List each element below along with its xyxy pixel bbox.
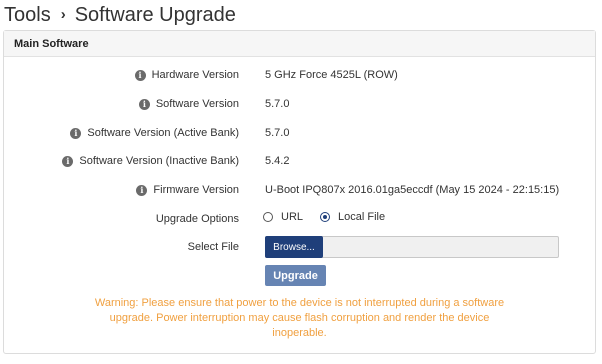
warning-message: Warning: Please ensure that power to the… xyxy=(94,297,505,339)
page-title: Software Upgrade xyxy=(74,3,236,26)
radio-url[interactable] xyxy=(263,212,273,222)
main-software-panel: Main Software i Hardware Version 5 GHz F… xyxy=(3,30,596,354)
breadcrumb-parent[interactable]: Tools xyxy=(4,4,51,27)
browse-button[interactable]: Browse... xyxy=(265,236,323,258)
field-value: 5.7.0 xyxy=(265,127,290,139)
info-icon[interactable]: i xyxy=(62,155,74,167)
field-value: 5.4.2 xyxy=(265,155,290,167)
field-value: 5 GHz Force 4525L (ROW) xyxy=(265,69,398,81)
upgrade-options-row: Upgrade Options URL Local File xyxy=(4,210,595,230)
info-icon[interactable]: i xyxy=(134,69,146,81)
field-row-software-version: i Software Version 5.7.0 xyxy=(4,95,595,115)
panel-title: Main Software xyxy=(4,31,595,57)
radio-local-file-label[interactable]: Local File xyxy=(338,211,385,223)
radio-local-file[interactable] xyxy=(320,212,331,222)
select-file-label: Select File xyxy=(187,241,239,253)
file-input[interactable]: Browse... xyxy=(265,236,559,258)
upgrade-options-radio-group: URL Local File xyxy=(263,211,402,223)
field-value: U-Boot IPQ807x 2016.01ga5eccdf (May 15 2… xyxy=(265,184,560,196)
field-value: 5.7.0 xyxy=(265,98,290,110)
info-icon[interactable]: i xyxy=(70,127,82,139)
field-row-software-version-active-bank: i Software Version (Active Bank) 5.7.0 xyxy=(4,124,595,144)
info-icon[interactable]: i xyxy=(138,98,150,110)
field-label: Hardware Version xyxy=(151,69,239,81)
breadcrumb: Tools › Software Upgrade xyxy=(4,0,236,30)
breadcrumb-separator-icon: › xyxy=(60,5,66,23)
upgrade-button[interactable]: Upgrade xyxy=(265,265,326,286)
field-row-hardware-version: i Hardware Version 5 GHz Force 4525L (RO… xyxy=(4,66,595,86)
field-row-firmware-version: i Firmware Version U-Boot IPQ807x 2016.0… xyxy=(4,181,595,201)
field-label: Software Version xyxy=(155,98,239,110)
upgrade-options-label: Upgrade Options xyxy=(155,213,239,225)
radio-url-label[interactable]: URL xyxy=(281,211,303,223)
field-label: Software Version (Inactive Bank) xyxy=(79,155,239,167)
field-row-software-version-inactive-bank: i Software Version (Inactive Bank) 5.4.2 xyxy=(4,152,595,172)
field-label: Software Version (Active Bank) xyxy=(87,127,239,139)
field-label: Firmware Version xyxy=(153,184,239,196)
info-icon[interactable]: i xyxy=(136,184,148,196)
